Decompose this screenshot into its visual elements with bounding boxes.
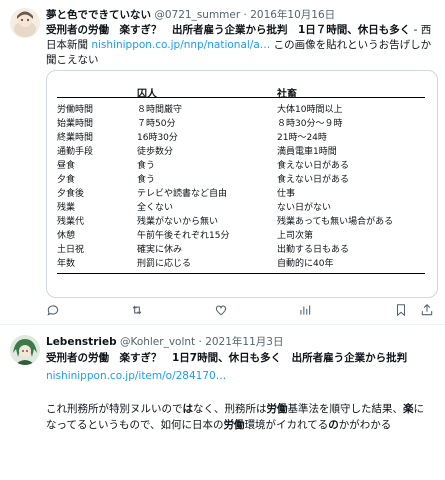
table-cell: 昼食 [57,161,76,171]
body-fragment: 環境がイカれてる [244,419,329,431]
tweet-2[interactable]: Lebenstrieb @Kohler_volnt · 2021年11月3日 受… [0,325,445,480]
avatar[interactable] [10,8,40,38]
body-fragment: 労働 [223,419,245,431]
body-fragment: 楽 [403,403,414,415]
body-fragment: なく、刑務所は [193,403,267,415]
table-cell: 残業代 [57,217,85,227]
table-cell: 年数 [57,259,76,269]
table-cell: 労働時間 [57,105,94,115]
avatar[interactable] [10,335,40,365]
table-rule-bottom [57,273,425,274]
bookmark-icon[interactable] [394,302,408,317]
table-cell: 徒歩数分 [137,147,174,157]
table-row: 年数 刑罰に応じる 自動的に40年 [57,256,425,269]
table-row: 土日祝 確実に休み 出勤する日もある [57,242,425,255]
table-row: 労働時間 ８時間厳守 大体10時間以上 [57,102,425,115]
table-cell: 上司次第 [277,231,314,241]
headline: 受刑者の労働 楽すぎ？ 出所者雇う企業から批判 1日７時間、休日も多く [46,24,411,36]
body-fragment: 労働 [266,403,288,415]
tweet-headline: 受刑者の労働 楽すぎ？ 1日7時間、休日も多く 出所者雇う企業から批判 [46,351,434,366]
body-fragment: の [328,419,339,431]
table-cell: 食えない日がある [277,161,350,171]
retweet-icon[interactable] [130,302,144,316]
table-cell: 満員電車1時間 [277,147,337,157]
table-cell: 土日祝 [57,245,85,255]
table-cell: 刑罰に応じる [137,259,192,269]
table-cell: 食えない日がある [277,175,350,185]
body-fragment: 基準法を順守した結果、 [287,403,404,415]
table-cell: 残業 [57,203,76,213]
table-row: 始業時間 ７時50分 ８時30分〜９時 [57,116,425,129]
table-cell: テレビや読書など自由 [137,189,228,199]
table-cell: 大体10時間以上 [277,105,343,115]
table-cell: ７時50分 [137,119,176,129]
table-cell: ８時間厳守 [137,105,183,115]
table-cell: 確実に休み [137,245,183,255]
tweet-body: これ刑務所が特別ヌルいのではなく、刑務所は労働基準法を順守した結果、楽になってる… [46,401,434,433]
table-cell: 全くない [137,203,174,213]
table-row: 残業 全くない ない日がない [57,200,425,213]
table-cell: 夕食 [57,175,76,185]
table-cell: 始業時間 [57,119,94,129]
table-cell: 夕食後 [57,189,85,199]
timestamp[interactable]: · 2021年11月3日 [199,336,284,348]
tweet-header: Lebenstrieb @Kohler_volnt · 2021年11月3日 [46,335,283,349]
headline: 受刑者の労働 楽すぎ？ 1日7時間、休日も多く 出所者雇う企業から批判 [46,352,408,364]
table-cell: 午前午後それぞれ15分 [137,231,230,241]
views-icon[interactable] [298,302,312,316]
handle[interactable]: @0721_summer [154,9,240,21]
table-cell: 終業時間 [57,133,94,143]
table-cell: 食う [137,175,156,185]
header-cell: 囚人 [137,89,157,100]
tweet-header: 夢と色でできていない @0721_summer · 2016年10月16日 [46,8,335,22]
table-cell: 16時30分 [137,133,178,143]
handle[interactable]: @Kohler_volnt [120,336,195,348]
table-row: 夕食 食う 食えない日がある [57,172,425,185]
body-fragment: これ刑務所が特別ヌルいので [46,403,183,415]
table-row: 昼食 食う 食えない日がある [57,158,425,171]
tweet-text: 受刑者の労働 楽すぎ？ 出所者雇う企業から批判 1日７時間、休日も多く - 西日… [46,23,434,68]
attached-image[interactable]: 囚人 社畜 労働時間 ８時間厳守 大体10時間以上始業時間 ７時50分 ８時30分〜９時… [46,70,438,298]
display-name[interactable]: 夢と色でできていない [46,9,151,21]
header-cell: 社畜 [277,89,297,100]
article-link[interactable]: nishinippon.co.jp/nnp/national/a… [91,39,270,51]
article-link[interactable]: nishinippon.co.jp/item/o/284170… [46,370,226,382]
timestamp[interactable]: · 2016年10月16日 [244,9,336,21]
tweet-1[interactable]: 夢と色でできていない @0721_summer · 2016年10月16日 受刑… [0,0,445,325]
table-cell: 残業がないから無い [137,217,219,227]
body-fragment: は [182,403,194,415]
table-cell: 自動的に40年 [277,259,334,269]
tweet-link-line: nishinippon.co.jp/item/o/284170… [46,369,434,384]
table-cell: 休憩 [57,231,76,241]
table-cell: 出勤する日もある [277,245,350,255]
table-cell: 残業あっても無い場合がある [277,217,394,227]
body-fragment: かがわかる [338,419,392,431]
table-cell: 仕事 [277,189,296,199]
share-icon[interactable] [420,302,434,316]
table-cell: 通勤手段 [57,147,94,157]
action-bar [46,302,436,318]
table-row: 夕食後 テレビや読書など自由 仕事 [57,186,425,199]
table-row: 終業時間 16時30分 21時〜24時 [57,130,425,143]
table-cell: ない日がない [277,203,332,213]
like-icon[interactable] [214,302,228,316]
table-cell: 食う [137,161,156,171]
display-name[interactable]: Lebenstrieb [46,336,117,348]
reply-icon[interactable] [46,302,60,316]
table-cell: 21時〜24時 [277,133,327,143]
table-header-row: 囚人 社畜 [57,85,425,100]
table-cell: ８時30分〜９時 [277,119,343,129]
table-row: 通勤手段 徒歩数分 満員電車1時間 [57,144,425,157]
table-row: 休憩 午前午後それぞれ15分 上司次第 [57,228,425,241]
table-row: 残業代 残業がないから無い 残業あっても無い場合がある [57,214,425,227]
